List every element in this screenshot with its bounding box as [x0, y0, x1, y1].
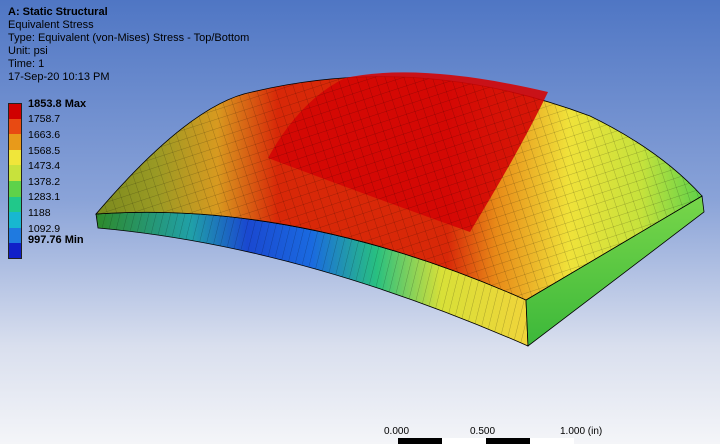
legend-value-label: 1188: [28, 206, 51, 219]
legend-value-label: 1092.9: [28, 222, 61, 235]
legend-swatch: [8, 149, 22, 166]
scale-segment-4: [530, 438, 574, 444]
legend-swatch: [8, 227, 22, 244]
graphics-viewport[interactable]: A: Static Structural Equivalent Stress T…: [0, 0, 720, 444]
legend-swatch: [8, 196, 22, 213]
scale-segment-3: [486, 438, 530, 444]
legend-value-label: 1758.7: [28, 113, 61, 126]
scale-segment-1: [398, 438, 442, 444]
result-unit: Unit: psi: [8, 45, 48, 57]
scale-tick-0: 0.000: [384, 426, 410, 437]
legend-swatch: [8, 180, 22, 197]
result-time: Time: 1: [8, 58, 45, 70]
scale-tick-2: 1.000 (in): [560, 426, 603, 437]
legend-swatch: [8, 118, 22, 135]
legend-value-label: 1568.5: [28, 144, 61, 157]
legend-value-label: 1378.2: [28, 175, 61, 188]
legend-value-label: 1283.1: [28, 191, 61, 204]
analysis-title: A: Static Structural: [8, 6, 108, 18]
legend-value-label: 1473.4: [28, 160, 61, 173]
legend-swatch: [8, 165, 22, 181]
scale-bar: 0.000 0.500 1.000 (in): [370, 422, 630, 444]
result-type: Type: Equivalent (von-Mises) Stress - To…: [8, 32, 250, 44]
legend-swatch: [8, 243, 22, 259]
scale-segment-2: [442, 438, 486, 444]
legend-swatch: [8, 212, 22, 228]
legend-swatch: [8, 134, 22, 150]
result-timestamp: 17-Sep-20 10:13 PM: [8, 71, 110, 83]
legend-swatch: [8, 103, 22, 119]
legend-min-label: 997.76 Min: [28, 234, 84, 246]
legend-value-label: 1853.8 Max: [28, 97, 87, 110]
legend-value-label: 1663.6: [28, 128, 61, 141]
result-name: Equivalent Stress: [8, 19, 94, 31]
result-info-panel: A: Static Structural Equivalent Stress T…: [8, 6, 249, 84]
scale-tick-1: 0.500: [470, 426, 496, 437]
